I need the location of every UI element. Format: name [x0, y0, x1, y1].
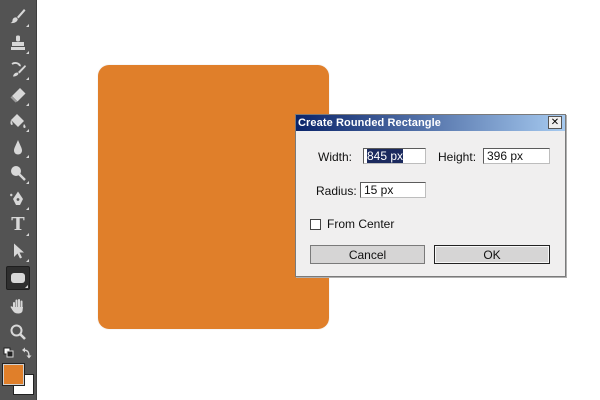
type-tool[interactable]: T — [6, 213, 30, 237]
ok-button-label: OK — [483, 247, 501, 262]
dialog-titlebar[interactable]: Create Rounded Rectangle ✕ — [296, 115, 565, 131]
blur-tool[interactable] — [6, 135, 30, 159]
path-selection-tool[interactable] — [6, 239, 30, 263]
brush-tool[interactable] — [6, 4, 30, 28]
pen-icon — [10, 191, 23, 205]
radius-value: 15 px — [364, 183, 394, 197]
path-selection-icon — [14, 243, 24, 259]
zoom-tool[interactable] — [6, 320, 30, 344]
dialog-title: Create Rounded Rectangle — [298, 117, 441, 129]
brush-icon — [10, 9, 26, 24]
dodge-tool[interactable] — [6, 161, 30, 185]
height-value: 396 px — [487, 149, 524, 163]
width-label: Width: — [318, 150, 353, 164]
close-icon: ✕ — [550, 116, 560, 128]
paint-bucket-tool[interactable] — [6, 109, 30, 133]
history-brush-tool[interactable] — [6, 57, 30, 81]
dodge-icon — [11, 166, 26, 181]
close-button[interactable]: ✕ — [548, 116, 562, 129]
from-center-label[interactable]: From Center — [327, 217, 394, 231]
eraser-icon — [10, 88, 26, 103]
height-input[interactable]: 396 px — [483, 148, 550, 164]
rounded-rectangle-tool[interactable] — [6, 266, 30, 290]
cancel-button-label: Cancel — [348, 247, 387, 262]
hand-tool[interactable] — [6, 294, 30, 318]
hand-icon — [10, 299, 23, 314]
width-input[interactable]: 845 px — [363, 148, 426, 164]
create-rounded-rectangle-dialog: Create Rounded Rectangle ✕ Width: 845 px… — [295, 114, 566, 277]
ok-button[interactable]: OK — [434, 245, 550, 264]
tools-panel: T — [0, 0, 37, 400]
clone-stamp-tool[interactable] — [6, 31, 30, 55]
history-brush-icon — [11, 62, 26, 77]
foreground-color-swatch[interactable] — [2, 363, 25, 386]
cancel-button[interactable]: Cancel — [310, 245, 425, 264]
paint-bucket-icon — [10, 114, 26, 128]
app-window: T Create Rounded Rectangle ✕ Width: 845 … — [0, 0, 600, 400]
width-value: 845 px — [367, 149, 404, 163]
type-icon: T — [11, 214, 25, 235]
blur-icon — [14, 140, 22, 155]
eraser-tool[interactable] — [6, 83, 30, 107]
clone-stamp-icon — [11, 35, 25, 50]
height-label: Height: — [438, 150, 477, 164]
pen-tool[interactable] — [6, 187, 30, 211]
swap-colors-icon[interactable] — [3, 347, 33, 361]
radius-input[interactable]: 15 px — [360, 182, 426, 198]
zoom-icon — [10, 324, 26, 340]
from-center-checkbox[interactable] — [310, 219, 321, 230]
radius-label: Radius: — [316, 184, 357, 198]
